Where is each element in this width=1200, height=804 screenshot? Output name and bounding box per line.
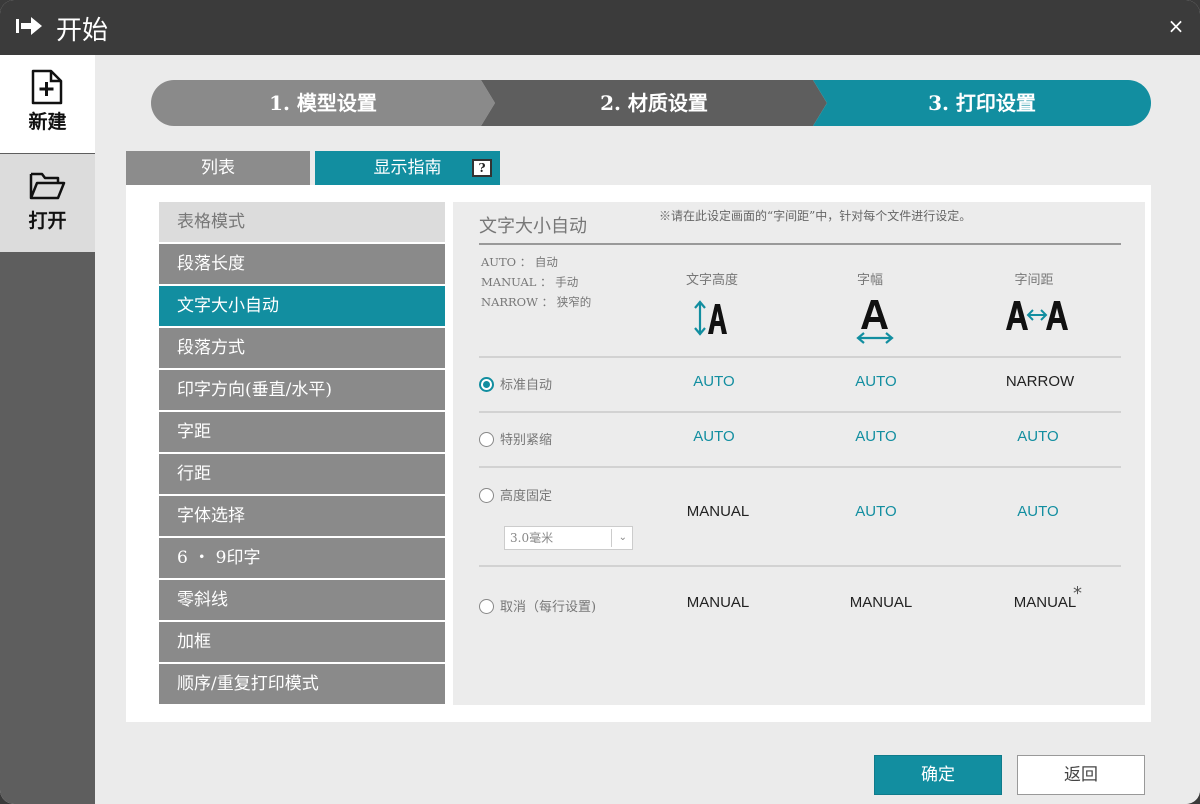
step-progress: 1. 模型设置 2. 材质设置 3. 打印设置	[151, 80, 1151, 126]
title-bar: 开始 ×	[0, 0, 1200, 55]
settings-panel: 表格模式 段落长度 文字大小自动 段落方式 印字方向(垂直/水平) 字距 行距 …	[126, 185, 1151, 722]
row-divider	[479, 565, 1121, 567]
tab-list[interactable]: 列表	[126, 151, 310, 185]
file-plus-icon	[31, 69, 63, 105]
back-button[interactable]: 返回	[1017, 755, 1145, 795]
value-text-width: AUTO	[855, 373, 897, 390]
option-label: 取消（每行设置)	[500, 600, 597, 615]
menu-item-paragraph-style[interactable]: 段落方式	[159, 328, 445, 370]
legend: AUTO ： 自动 MANUAL ： 手动 NARROW ： 狭窄的	[481, 252, 591, 312]
radio-button[interactable]	[479, 488, 494, 503]
new-label: 新建	[28, 111, 67, 133]
char-spacing-icon	[1006, 301, 1068, 330]
step-label: 2. 材质设置	[600, 91, 708, 115]
value-char-spacing: AUTO	[1017, 428, 1059, 445]
legend-manual: MANUAL ： 手动	[481, 275, 579, 289]
menu-item-table-mode[interactable]: 表格模式	[159, 202, 445, 244]
value-text-width: AUTO	[855, 503, 897, 520]
height-select[interactable]: 3.0毫米 ⌄	[504, 526, 633, 550]
menu-item-line-spacing[interactable]: 行距	[159, 454, 445, 496]
row-divider	[479, 466, 1121, 468]
menu-item-auto-text-size[interactable]: 文字大小自动	[159, 286, 445, 328]
col-head-text-height: 文字高度	[685, 273, 738, 288]
guide-content: 文字大小自动 ※请在此设定画面的“字间距”中，针对每个文件进行设定。 AUTO …	[453, 202, 1145, 705]
option-extra-condensed[interactable]: 特别紧缩	[479, 429, 552, 448]
step-model-settings[interactable]: 1. 模型设置	[151, 80, 495, 126]
step-material-settings[interactable]: 2. 材质设置	[481, 80, 827, 126]
main-area: 1. 模型设置 2. 材质设置 3. 打印设置 列表 显示指南 ? 表格模式 段…	[95, 55, 1200, 804]
open-label: 打开	[28, 210, 67, 232]
dialog-window: 开始 × 新建 打开 1. 模型设置 2. 材质设置 3. 打印设置 列表 显示…	[0, 0, 1200, 804]
option-fixed-height[interactable]: 高度固定	[479, 485, 552, 504]
menu-item-slashed-zero[interactable]: 零斜线	[159, 580, 445, 622]
menu-item-sequence-repeat[interactable]: 顺序/重复打印模式	[159, 664, 445, 706]
legend-narrow: NARROW ： 狭窄的	[481, 295, 592, 309]
value-text-width: MANUAL	[849, 594, 913, 611]
value-text-height: AUTO	[693, 373, 735, 390]
text-width-icon	[856, 300, 894, 344]
asterisk-mark: *	[1073, 583, 1082, 604]
option-cancel-per-line[interactable]: 取消（每行设置)	[479, 596, 596, 615]
option-standard-auto[interactable]: 标准自动	[479, 374, 552, 393]
ok-button[interactable]: 确定	[874, 755, 1002, 795]
radio-button[interactable]	[479, 432, 494, 447]
value-char-spacing: NARROW	[1005, 373, 1075, 390]
window-title: 开始	[56, 16, 109, 46]
menu-item-font-select[interactable]: 字体选择	[159, 496, 445, 538]
text-height-icon	[694, 300, 727, 336]
height-select-value: 3.0毫米	[510, 531, 554, 545]
settings-menu: 表格模式 段落长度 文字大小自动 段落方式 印字方向(垂直/水平) 字距 行距 …	[159, 202, 445, 706]
row-divider	[479, 356, 1121, 358]
option-label: 标准自动	[500, 378, 553, 393]
tab-guide-label: 显示指南	[373, 158, 442, 178]
content-note: ※请在此设定画面的“字间距”中，针对每个文件进行设定。	[659, 209, 972, 223]
open-button[interactable]: 打开	[0, 154, 95, 252]
step-print-settings[interactable]: 3. 打印设置	[813, 80, 1151, 126]
help-box-icon[interactable]: ?	[472, 159, 492, 177]
new-button[interactable]: 新建	[0, 55, 95, 153]
menu-item-69-print[interactable]: 6 ・ 9印字	[159, 538, 445, 580]
menu-item-frame[interactable]: 加框	[159, 622, 445, 664]
value-text-height: MANUAL	[686, 594, 750, 611]
col-head-char-spacing: 字间距	[1014, 273, 1054, 288]
option-label: 特别紧缩	[500, 433, 553, 448]
arrow-right-bar-icon	[16, 17, 42, 35]
divider	[479, 243, 1121, 245]
select-divider	[611, 529, 612, 547]
row-divider	[479, 411, 1121, 413]
menu-item-print-direction[interactable]: 印字方向(垂直/水平)	[159, 370, 445, 412]
chevron-down-icon: ⌄	[618, 532, 627, 543]
step-label: 1. 模型设置	[269, 91, 377, 115]
option-label: 高度固定	[500, 489, 553, 504]
left-sidebar: 新建 打开	[0, 55, 95, 804]
value-text-height: MANUAL	[686, 503, 750, 520]
value-char-spacing: MANUAL	[1013, 594, 1077, 611]
step-label: 3. 打印设置	[928, 91, 1036, 115]
radio-button[interactable]	[479, 599, 494, 614]
close-icon[interactable]: ×	[1164, 14, 1188, 38]
folder-open-icon	[29, 172, 66, 200]
col-head-text-width: 字幅	[856, 273, 883, 288]
menu-item-char-spacing[interactable]: 字距	[159, 412, 445, 454]
legend-auto: AUTO ： 自动	[481, 255, 558, 269]
content-title: 文字大小自动	[479, 216, 587, 237]
value-char-spacing: AUTO	[1017, 503, 1059, 520]
tab-guide[interactable]: 显示指南 ?	[315, 151, 500, 185]
value-text-height: AUTO	[693, 428, 735, 445]
value-text-width: AUTO	[855, 428, 897, 445]
menu-item-paragraph-length[interactable]: 段落长度	[159, 244, 445, 286]
radio-button-selected[interactable]	[479, 377, 494, 392]
